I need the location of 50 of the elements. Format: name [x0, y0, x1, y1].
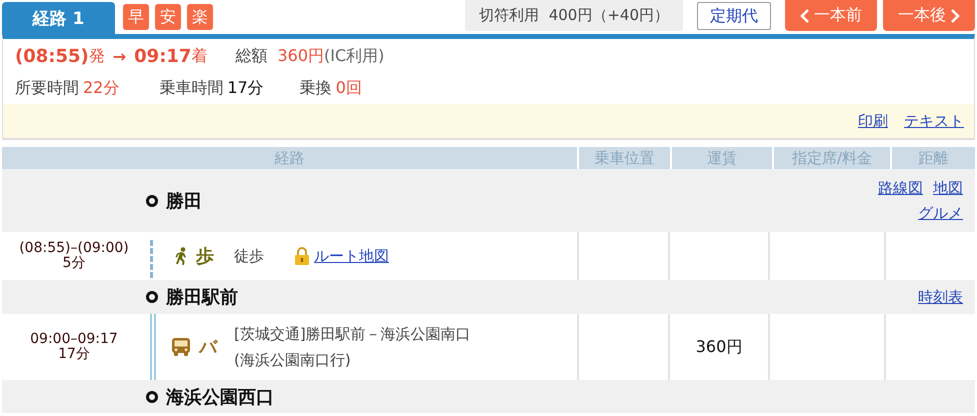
duration-label: 所要時間: [15, 78, 79, 99]
total-fare: 360円: [277, 46, 324, 66]
total-note: (IC利用): [324, 46, 384, 66]
station-link[interactable]: 路線図: [878, 178, 923, 198]
duration-value: 22分: [83, 78, 120, 99]
ride-time-value: 17分: [227, 78, 264, 99]
arrival-time: 09:17: [134, 46, 192, 66]
station-link[interactable]: 時刻表: [918, 288, 963, 306]
station-link[interactable]: 地図: [933, 178, 963, 198]
segment-duration: 5分: [62, 256, 86, 272]
station-name: 勝田: [166, 190, 202, 212]
chevron-right-icon: [950, 8, 960, 22]
summary-link[interactable]: 印刷: [858, 112, 888, 130]
fare-cell: 360円: [696, 336, 742, 358]
column-header: 乗車位置: [579, 147, 670, 169]
station-link[interactable]: グルメ: [918, 204, 963, 222]
route-tab[interactable]: 経路 1: [2, 2, 115, 34]
station-marker-icon: [146, 194, 158, 206]
transport-mode-label: バ: [199, 336, 217, 359]
walking-person-icon: [174, 247, 188, 265]
transfer-label: 乗換: [300, 78, 332, 99]
column-header: 指定席/料金: [774, 147, 890, 169]
total-label: 総額: [235, 46, 268, 66]
segment-description: 徒歩: [234, 246, 264, 267]
ride-time-label: 乗車時間: [159, 78, 224, 99]
station-marker-icon: [146, 390, 158, 402]
bus-icon: [171, 337, 191, 357]
commuter-pass-button[interactable]: 定期代: [697, 2, 771, 30]
ticket-fare: 切符利用 400円（+40円）: [465, 0, 683, 31]
segment-time: (08:55)–(09:00): [19, 240, 129, 256]
column-header: 経路: [2, 147, 577, 169]
station-marker-icon: [146, 291, 158, 303]
arrow-text: →: [112, 46, 126, 66]
transport-mode-label: 歩: [196, 245, 214, 268]
segment-time: 09:00–09:17: [30, 332, 118, 347]
chevron-left-icon: [800, 8, 810, 22]
segment-duration: 17分: [58, 347, 90, 362]
station-name: 勝田駅前: [166, 286, 238, 309]
arrival-label: 着: [191, 46, 208, 66]
column-header: 運賃: [672, 147, 772, 169]
transfer-count: 0回: [336, 78, 362, 99]
route-map-link[interactable]: ルート地図: [314, 242, 389, 270]
departure-time: (08:55): [15, 46, 89, 66]
segment-description: [茨城交通]勝田駅前－海浜公園南口(海浜公園南口行): [234, 324, 472, 371]
lock-icon: [294, 247, 310, 265]
route-line: [150, 314, 156, 380]
station-name: 海浜公園西口: [166, 386, 274, 408]
summary-link[interactable]: テキスト: [904, 112, 964, 130]
column-header: 距離: [892, 147, 975, 169]
departure-label: 発: [88, 46, 105, 66]
